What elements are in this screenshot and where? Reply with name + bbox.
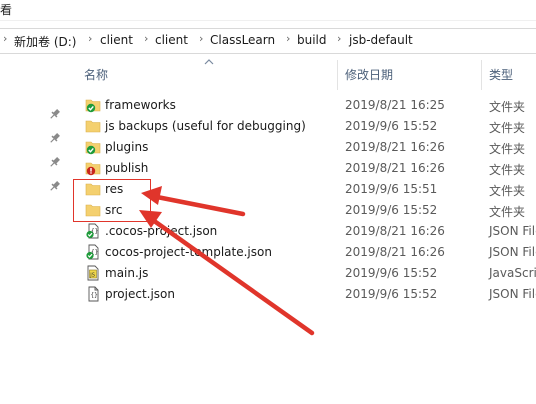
svg-text:{}: {} (91, 292, 98, 299)
breadcrumb-build[interactable]: build (297, 33, 327, 47)
file-row[interactable]: {} .cocos-project.json 2019/8/21 16:26 J… (80, 221, 536, 242)
breadcrumb-drive[interactable]: 新加卷 (D:) (14, 33, 76, 50)
column-header-name[interactable]: 名称 (84, 66, 108, 83)
file-type: 文件夹 (489, 121, 526, 135)
file-row[interactable]: frameworks 2019/8/21 16:25 文件夹 (80, 95, 536, 116)
title-bar: 看 (0, 0, 536, 21)
window-title: 看 (0, 3, 13, 17)
file-type: JSON File (489, 245, 536, 259)
column-header-modified[interactable]: 修改日期 (345, 66, 393, 83)
file-type: 文件夹 (489, 142, 526, 156)
file-type: 文件夹 (489, 205, 526, 219)
file-modified: 2019/9/6 15:51 (345, 182, 438, 196)
file-name: plugins (105, 140, 149, 154)
file-name: js backups (useful for debugging) (105, 119, 306, 133)
annotation-highlight-box (73, 179, 151, 222)
folder-sync-error-icon (85, 162, 101, 176)
pin-icon (50, 109, 60, 119)
file-modified: 2019/8/21 16:26 (345, 224, 445, 238)
chevron-right-icon[interactable]: › (337, 32, 341, 45)
chevron-right-icon[interactable]: › (88, 32, 92, 45)
chevron-right-icon[interactable]: › (286, 32, 290, 45)
json-file-icon: {} (88, 286, 99, 302)
breadcrumb-classlearn[interactable]: ClassLearn (210, 33, 275, 47)
pin-icon (50, 157, 60, 167)
file-name: .cocos-project.json (105, 224, 218, 238)
file-type: 文件夹 (489, 184, 526, 198)
file-type: JSON File (489, 287, 536, 301)
file-name: project.json (105, 287, 175, 301)
column-divider[interactable] (337, 60, 338, 90)
file-name: cocos-project-template.json (105, 245, 272, 259)
file-modified: 2019/9/6 15:52 (345, 203, 438, 217)
sort-ascending-icon (204, 59, 214, 65)
breadcrumb-client-2[interactable]: client (155, 33, 188, 47)
pin-icon (50, 133, 60, 143)
folder-sync-ok-icon (85, 99, 101, 113)
file-modified: 2019/9/6 15:52 (345, 266, 438, 280)
address-bar[interactable]: › 新加卷 (D:) › client › client › ClassLear… (0, 28, 536, 54)
file-modified: 2019/8/21 16:26 (345, 161, 445, 175)
chevron-right-icon[interactable]: › (144, 32, 148, 45)
file-name: frameworks (105, 98, 176, 112)
svg-text:JS: JS (89, 273, 95, 279)
pin-icon (50, 181, 60, 191)
file-row[interactable]: plugins 2019/8/21 16:26 文件夹 (80, 137, 536, 158)
chevron-right-icon: › (3, 32, 8, 45)
json-file-sync-ok-icon: {} (86, 244, 99, 260)
file-modified: 2019/9/6 15:52 (345, 287, 438, 301)
breadcrumb-jsb-default[interactable]: jsb-default (349, 33, 413, 47)
file-name: main.js (105, 266, 149, 280)
file-row[interactable]: {} cocos-project-template.json 2019/8/21… (80, 242, 536, 263)
chevron-right-icon[interactable]: › (199, 32, 203, 45)
file-type: JavaScript (489, 266, 536, 280)
file-modified: 2019/9/6 15:52 (345, 119, 438, 133)
file-modified: 2019/8/21 16:26 (345, 245, 445, 259)
file-type: JSON File (489, 224, 536, 238)
column-divider[interactable] (481, 60, 482, 90)
file-modified: 2019/8/21 16:25 (345, 98, 445, 112)
file-row[interactable]: JS main.js 2019/9/6 15:52 JavaScript (80, 263, 536, 284)
column-header-type[interactable]: 类型 (489, 66, 513, 83)
file-row[interactable]: publish 2019/8/21 16:26 文件夹 (80, 158, 536, 179)
js-file-icon: JS (87, 265, 99, 281)
file-name: publish (105, 161, 149, 175)
breadcrumb-client-1[interactable]: client (100, 33, 133, 47)
file-row[interactable]: js backups (useful for debugging) 2019/9… (80, 116, 536, 137)
json-file-sync-ok-icon: {} (86, 223, 99, 239)
file-type: 文件夹 (489, 163, 526, 177)
file-type: 文件夹 (489, 100, 526, 114)
file-modified: 2019/8/21 16:26 (345, 140, 445, 154)
file-row[interactable]: {} project.json 2019/9/6 15:52 JSON File (80, 284, 536, 305)
folder-sync-ok-icon (85, 141, 101, 155)
folder-icon (85, 120, 101, 133)
